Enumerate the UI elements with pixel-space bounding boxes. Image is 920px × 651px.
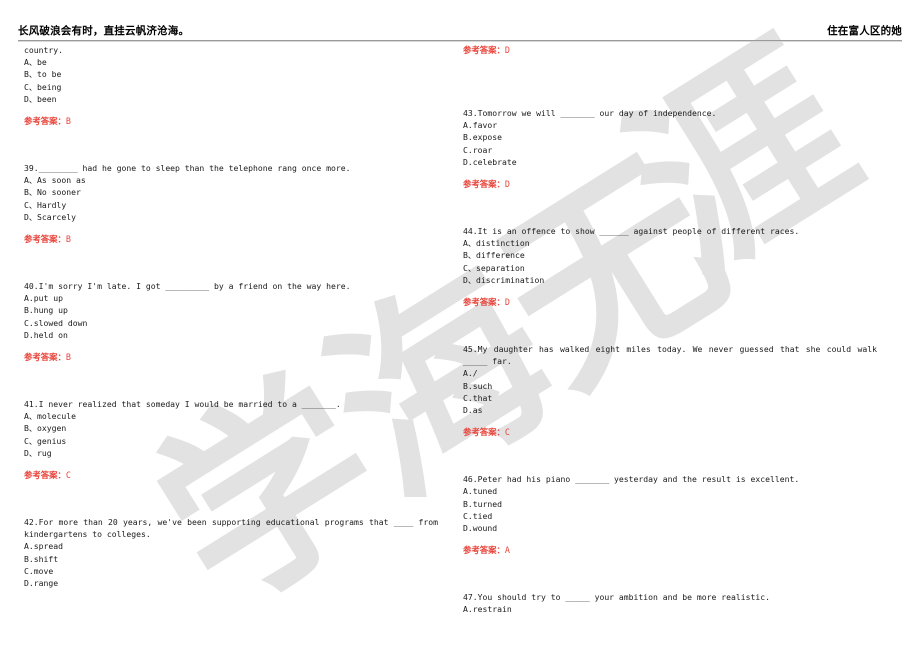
option-b[interactable]: B.expose (463, 131, 877, 143)
header-divider (18, 40, 902, 42)
answer-label: 参考答案： (463, 297, 505, 308)
question-block-46: 46.Peter had his piano _______ yesterday… (463, 473, 877, 556)
answer-label: 参考答案： (463, 45, 505, 55)
answer-label: 参考答案： (24, 234, 66, 245)
option-d[interactable]: D.celebrate (463, 156, 877, 168)
option-b[interactable]: B.turned (463, 498, 877, 510)
question-block-40: 40.I'm sorry I'm late. I got _________ b… (24, 280, 438, 363)
page-header: 长风破浪会有时，直挂云帆济沧海。 住在富人区的她 (0, 0, 920, 44)
option-d[interactable]: D、rug (24, 447, 438, 459)
option-d[interactable]: D、been (24, 93, 438, 105)
answer-value: A (504, 545, 510, 556)
answer-line: 参考答案：B (24, 233, 438, 245)
answer-label: 参考答案： (24, 470, 66, 481)
question-stem: 41.I never realized that someday I would… (24, 399, 341, 410)
option-a[interactable]: A、be (24, 56, 438, 68)
option-b[interactable]: B.hung up (24, 304, 438, 316)
right-column: 参考答案：D 43.Tomorrow we will _______ our d… (463, 44, 877, 651)
question-block-41: 41.I never realized that someday I would… (24, 398, 438, 481)
option-b[interactable]: B、difference (463, 249, 877, 261)
header-row: 长风破浪会有时，直挂云帆济沧海。 住在富人区的她 (18, 0, 902, 38)
answer-value: D (504, 179, 510, 190)
answer-value: B (65, 234, 71, 245)
option-a[interactable]: A.favor (463, 119, 877, 131)
option-c[interactable]: C、Hardly (24, 199, 438, 211)
option-c[interactable]: C、being (24, 81, 438, 93)
answer-line: 参考答案：C (463, 426, 877, 438)
question-stem: 45.My daughter has walked eight miles to… (463, 344, 877, 367)
question-block-44: 44.It is an offence to show ______ again… (463, 225, 877, 308)
option-a[interactable]: A、distinction (463, 237, 877, 249)
option-a[interactable]: A、molecule (24, 410, 438, 422)
option-b[interactable]: B、No sooner (24, 186, 438, 198)
option-a[interactable]: A.tuned (463, 485, 877, 497)
option-a[interactable]: A.put up (24, 292, 438, 304)
question-stem: 42.For more than 20 years, we've been su… (24, 517, 438, 540)
option-c[interactable]: C.roar (463, 144, 877, 156)
option-b[interactable]: B、to be (24, 68, 438, 80)
answer-line: 参考答案：B (24, 115, 438, 127)
answer-line: 参考答案：A (463, 544, 877, 556)
question-stem: 40.I'm sorry I'm late. I got _________ b… (24, 281, 351, 292)
option-c[interactable]: C.slowed down (24, 317, 438, 329)
answer-value: B (65, 352, 71, 363)
content-columns: country. A、be B、to be C、being D、been 参考答… (0, 44, 920, 651)
answer-label: 参考答案： (24, 352, 66, 363)
option-a[interactable]: A.spread (24, 540, 438, 552)
question-stem: 44.It is an offence to show ______ again… (463, 226, 800, 237)
question-block-39: 39.________ had he gone to sleep than th… (24, 162, 438, 245)
option-a[interactable]: A./ (463, 367, 877, 379)
answer-line: 参考答案：B (24, 351, 438, 363)
header-left-text: 长风破浪会有时，直挂云帆济沧海。 (18, 25, 190, 37)
answer-line: 参考答案：C (24, 469, 438, 481)
header-right-text: 住在富人区的她 (827, 25, 902, 37)
answer-line: 参考答案：D (463, 178, 877, 190)
option-d[interactable]: D.wound (463, 522, 877, 534)
option-a[interactable]: A、As soon as (24, 174, 438, 186)
option-d[interactable]: D.held on (24, 329, 438, 341)
answer-label: 参考答案： (24, 116, 66, 127)
question-block-47: 47.You should try to _____ your ambition… (463, 591, 877, 615)
answer-line: 参考答案：D (463, 296, 877, 308)
option-c[interactable]: C.that (463, 392, 877, 404)
question-block-42: 42.For more than 20 years, we've been su… (24, 516, 438, 589)
answer-label: 参考答案： (463, 179, 505, 190)
option-d[interactable]: D.range (24, 577, 438, 589)
document-page: 学 海 无 涯 长风破浪会有时，直挂云帆济沧海。 住在富人区的她 country… (0, 0, 920, 651)
question-block-43: 43.Tomorrow we will _______ our day of i… (463, 107, 877, 190)
option-c[interactable]: C.tied (463, 510, 877, 522)
answer-label: 参考答案： (463, 427, 505, 438)
question-block-continued: country. A、be B、to be C、being D、been 参考答… (24, 44, 438, 127)
option-b[interactable]: B.such (463, 380, 877, 392)
answer-value: C (504, 427, 510, 438)
option-d[interactable]: D.as (463, 404, 877, 416)
answer-line: 参考答案：D (463, 44, 877, 56)
question-stem: 39.________ had he gone to sleep than th… (24, 163, 351, 174)
answer-value: C (65, 470, 71, 481)
question-stem: 43.Tomorrow we will _______ our day of i… (463, 108, 717, 118)
option-c[interactable]: C、separation (463, 262, 877, 274)
option-b[interactable]: B.shift (24, 553, 438, 565)
answer-value: D (504, 45, 510, 55)
answer-value: B (65, 116, 71, 127)
left-column: country. A、be B、to be C、being D、been 参考答… (24, 44, 438, 651)
question-stem: 47.You should try to _____ your ambition… (463, 592, 770, 603)
option-d[interactable]: D、discrimination (463, 274, 877, 286)
option-d[interactable]: D、Scarcely (24, 211, 438, 223)
question-stem: 46.Peter had his piano _______ yesterday… (463, 474, 800, 485)
option-c[interactable]: C、genius (24, 435, 438, 447)
option-c[interactable]: C.move (24, 565, 438, 577)
answer-value: D (504, 297, 510, 308)
answer-block-continued: 参考答案：D (463, 44, 877, 56)
option-a[interactable]: A.restrain (463, 603, 877, 615)
question-stem-continued: country. (24, 45, 63, 55)
answer-label: 参考答案： (463, 545, 505, 556)
option-b[interactable]: B、oxygen (24, 422, 438, 434)
question-block-45: 45.My daughter has walked eight miles to… (463, 343, 877, 438)
